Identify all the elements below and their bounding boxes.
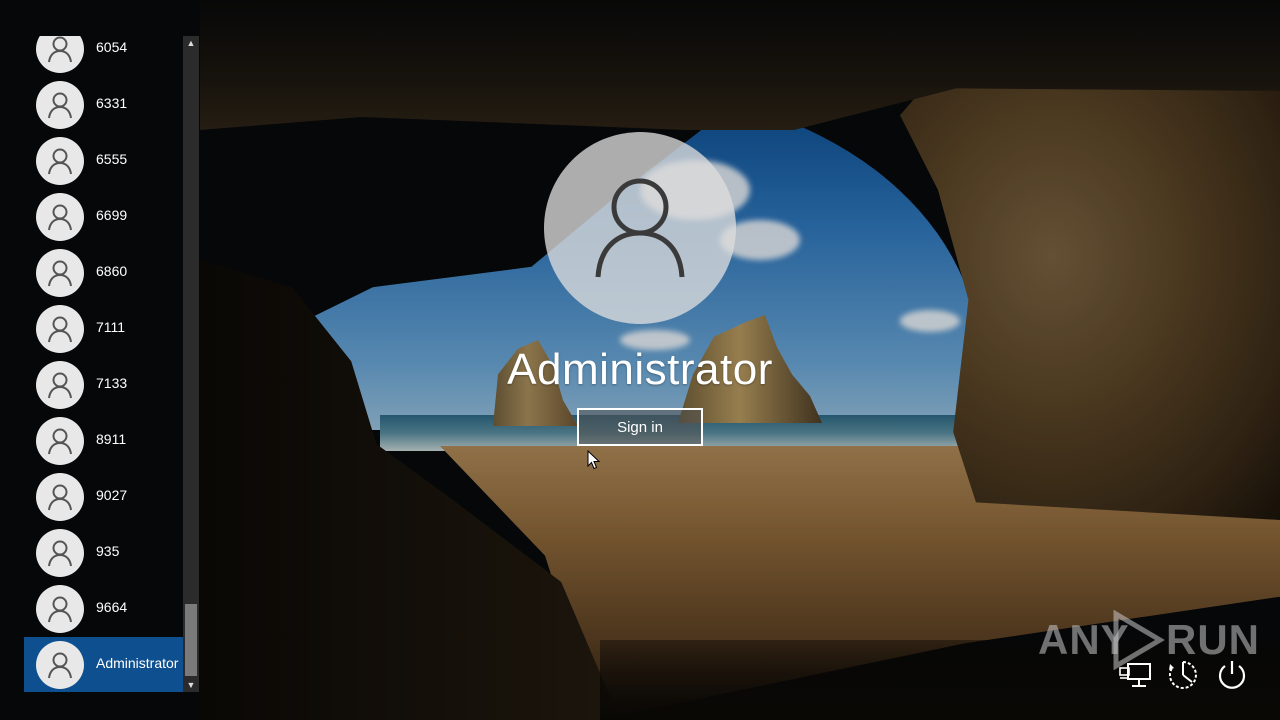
avatar [36, 417, 84, 465]
user-label: Administrator [96, 655, 179, 671]
avatar [36, 641, 84, 689]
avatar [36, 361, 84, 409]
scroll-thumb[interactable] [185, 604, 197, 676]
avatar [36, 473, 84, 521]
user-silhouette-icon [595, 178, 685, 278]
user-silhouette-icon [48, 148, 72, 175]
user-silhouette-icon [48, 92, 72, 119]
user-list-item[interactable]: 6699 [24, 189, 184, 245]
user-label: 9027 [96, 487, 128, 503]
user-list: 6054 6331 6555 6699 6860 7111 7133 8911 9027 935 9… [24, 36, 184, 692]
user-label: 9664 [96, 599, 128, 615]
user-label: 6555 [96, 151, 128, 167]
avatar [36, 36, 84, 73]
ease-of-access-icon[interactable] [1166, 658, 1200, 692]
user-silhouette-icon [48, 372, 72, 399]
user-silhouette-icon [48, 204, 72, 231]
avatar [36, 529, 84, 577]
avatar [36, 249, 84, 297]
mouse-cursor-icon [587, 450, 601, 470]
user-silhouette-icon [48, 36, 72, 63]
username-title: Administrator [507, 345, 773, 394]
user-silhouette-icon [48, 484, 72, 511]
user-list-item[interactable]: 6054 [24, 36, 184, 77]
avatar [36, 81, 84, 129]
user-label: 935 [96, 543, 120, 559]
user-list-item[interactable]: 935 [24, 525, 184, 581]
user-list-item[interactable]: 9664 [24, 581, 184, 637]
avatar [36, 137, 84, 185]
power-icon[interactable] [1215, 658, 1249, 692]
user-label: 7133 [96, 375, 128, 391]
scroll-down-icon[interactable]: ▼ [183, 678, 199, 692]
user-silhouette-icon [48, 428, 72, 455]
user-silhouette-icon [48, 652, 72, 679]
watermark-text-right: RUN [1166, 616, 1260, 663]
avatar [36, 305, 84, 353]
user-list-item[interactable]: 6331 [24, 77, 184, 133]
user-list-item[interactable]: 7111 [24, 301, 184, 357]
user-list-item[interactable]: 6555 [24, 133, 184, 189]
user-list-item[interactable]: Administrator [24, 637, 184, 692]
user-silhouette-icon [48, 540, 72, 567]
user-avatar-large [544, 132, 736, 324]
user-silhouette-icon [48, 316, 72, 343]
user-list-item[interactable]: 6860 [24, 245, 184, 301]
user-label: 8911 [96, 431, 127, 447]
avatar [36, 585, 84, 633]
user-list-item[interactable]: 8911 [24, 413, 184, 469]
user-silhouette-icon [48, 596, 72, 623]
user-list-scrollbar[interactable]: ▲ ▼ [183, 36, 199, 692]
sign-in-button[interactable]: Sign in [577, 408, 703, 446]
user-label: 6054 [96, 39, 128, 55]
user-label: 6699 [96, 207, 128, 223]
user-list-item[interactable]: 9027 [24, 469, 184, 525]
user-label: 6860 [96, 263, 128, 279]
user-silhouette-icon [48, 260, 72, 287]
avatar [36, 193, 84, 241]
user-label: 6331 [96, 95, 128, 111]
scroll-up-icon[interactable]: ▲ [183, 36, 199, 50]
user-list-item[interactable]: 7133 [24, 357, 184, 413]
user-label: 7111 [96, 319, 126, 335]
network-icon[interactable] [1118, 658, 1152, 692]
